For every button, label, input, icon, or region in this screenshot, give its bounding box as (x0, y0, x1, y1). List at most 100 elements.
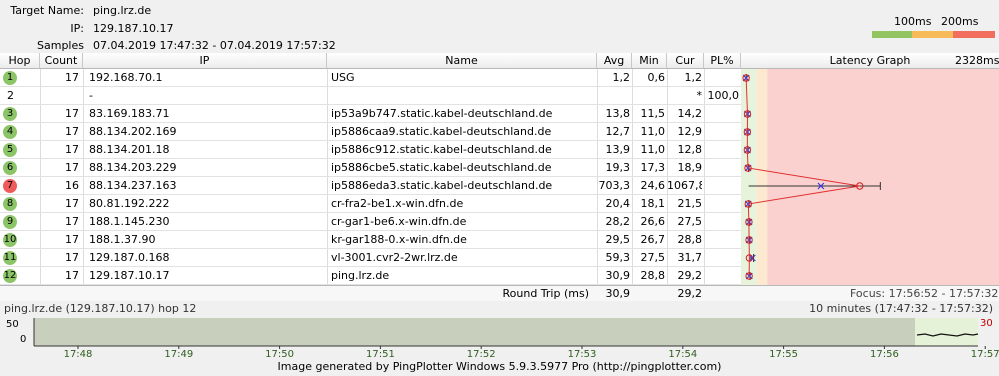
ip-label: IP: (70, 22, 84, 35)
hop-packet-loss: 100,0 (707, 89, 740, 102)
hop-count: 17 (65, 215, 79, 228)
hop-hostname[interactable]: cr-fra2-be1.x-win.dfn.de (331, 195, 593, 213)
timeline-focus-region (915, 318, 978, 346)
samples-timed-value: 07.04.2019 17:47:32 - 07.04.2019 17:57:3… (93, 39, 336, 52)
hop-packet-loss (704, 249, 739, 267)
hop-packet-loss (704, 213, 739, 231)
round-trip-label: Round Trip (ms) (502, 287, 590, 300)
hop-ip[interactable]: 88.134.201.18 (89, 141, 319, 159)
hop-cur: 1,2 (684, 71, 703, 84)
hop-min: 24,6 (640, 179, 666, 192)
hop-cur: 27,5 (677, 215, 703, 228)
hop-ip[interactable]: 88.134.202.169 (89, 123, 319, 141)
hop-ip[interactable]: 129.187.0.168 (89, 249, 319, 267)
hop-min: 11,0 (640, 143, 666, 156)
hop-hostname[interactable]: ip5886cbe5.static.kabel-deutschland.de (331, 159, 593, 177)
column-header-avg[interactable]: Avg (597, 53, 632, 69)
timeline-graph[interactable]: 17:48 17:49 17:50 17:51 17:52 17:53 17:54 17:55… (0, 314, 999, 358)
focus-range: Focus: 17:56:52 - 17:57:32 (850, 287, 999, 300)
hop-table: Hop Count IP Name Avg Min Cur PL% Latenc… (0, 53, 999, 301)
hop-status-badge: 5 (3, 143, 17, 157)
hop-ip[interactable]: 188.1.145.230 (89, 213, 319, 231)
column-header-min[interactable]: Min (632, 53, 667, 69)
latency-scale-red (953, 31, 995, 38)
hop-row[interactable]: 7 16 88.134.237.163 ip5886eda3.static.kabel… (0, 177, 741, 195)
hop-packet-loss (704, 69, 739, 87)
timeline-x-label: 17:56 (870, 349, 899, 358)
hop-hostname[interactable]: ping.lrz.de (331, 267, 593, 285)
hop-count (42, 87, 79, 105)
hop-row[interactable]: 9 17 188.1.145.230 cr-gar1-be6.x-win.dfn.de… (0, 213, 741, 231)
timeline-x-label: 17:57 (971, 349, 999, 358)
hop-hostname[interactable] (331, 87, 593, 105)
hop-row[interactable]: 10 17 188.1.37.90 kr-gar188-0.x-win.dfn.de 2… (0, 231, 741, 249)
hop-cur: * (696, 89, 703, 102)
hop-ip[interactable]: 129.187.10.17 (89, 267, 319, 285)
hop-cur: 14,2 (677, 107, 703, 120)
scale-label-100ms: 100ms (894, 15, 932, 28)
hop-row[interactable]: 12 17 129.187.10.17 ping.lrz.de 30,9 28,8 29,2 (0, 267, 741, 285)
hop-min (632, 87, 665, 105)
column-header-ip[interactable]: IP (83, 53, 327, 69)
hop-min: 17,3 (640, 161, 666, 174)
column-header-name[interactable]: Name (327, 53, 597, 69)
target-name-value: ping.lrz.de (93, 4, 152, 17)
timeline-x-label: 17:53 (568, 349, 597, 358)
hop-hostname[interactable]: cr-gar1-be6.x-win.dfn.de (331, 213, 593, 231)
hop-row[interactable]: 6 17 88.134.203.229 ip5886cbe5.static.kabel… (0, 159, 741, 177)
hop-row[interactable]: 4 17 88.134.202.169 ip5886caa9.static.kabel… (0, 123, 741, 141)
hop-min: 0,6 (647, 71, 666, 84)
hop-row[interactable]: 2 - * 100,0 (0, 87, 741, 105)
hop-row[interactable]: 3 17 83.169.183.71 ip53a9b747.static.kabel-… (0, 105, 741, 123)
hop-ip[interactable]: 192.168.70.1 (89, 69, 319, 87)
hop-hostname[interactable]: vl-3001.cvr2-2wr.lrz.de (331, 249, 593, 267)
column-header-count[interactable]: Count (40, 53, 83, 69)
column-header-cur[interactable]: Cur (667, 53, 704, 69)
hop-avg: 20,4 (605, 197, 631, 210)
hop-status-badge: 10 (3, 233, 17, 247)
hop-count: 17 (65, 71, 79, 84)
hop-avg: 59,3 (605, 251, 631, 264)
hop-packet-loss (704, 159, 739, 177)
hop-row[interactable]: 1 17 192.168.70.1 USG 1,2 0,6 1,2 (0, 69, 741, 87)
hop-cur: 31,7 (677, 251, 703, 264)
hop-avg: 30,9 (605, 269, 631, 282)
hop-ip[interactable]: 88.134.203.229 (89, 159, 319, 177)
hop-row[interactable]: 8 17 80.81.192.222 cr-fra2-be1.x-win.dfn.de… (0, 195, 741, 213)
hop-min: 11,0 (640, 125, 666, 138)
ip-value: 129.187.10.17 (93, 22, 174, 35)
hop-cur: 29,2 (677, 269, 703, 282)
hop-row[interactable]: 11 17 129.187.0.168 vl-3001.cvr2-2wr.lrz.de… (0, 249, 741, 267)
hop-status-badge: 3 (3, 107, 17, 121)
hop-status-badge: 8 (3, 197, 17, 211)
hop-avg: 1,2 (612, 71, 631, 84)
latency-scale-yellow (912, 31, 953, 38)
hop-ip[interactable]: 188.1.37.90 (89, 231, 319, 249)
hop-hostname[interactable]: USG (331, 69, 593, 87)
hop-hostname[interactable]: ip5886eda3.static.kabel-deutschland.de (331, 177, 593, 195)
hop-ip[interactable]: 80.81.192.222 (89, 195, 319, 213)
hop-count: 17 (65, 143, 79, 156)
hop-ip[interactable]: - (89, 87, 319, 105)
hop-hostname[interactable]: ip53a9b747.static.kabel-deutschland.de (331, 105, 593, 123)
round-trip-cur: 29,2 (677, 287, 703, 300)
hop-avg: 29,5 (605, 233, 631, 246)
latency-graph-title: Latency Graph (829, 54, 911, 67)
hop-min: 27,5 (640, 251, 666, 264)
hop-hostname[interactable]: ip5886caa9.static.kabel-deutschland.de (331, 123, 593, 141)
zone-warn (756, 69, 768, 285)
column-header-pl[interactable]: PL% (704, 53, 741, 69)
round-trip-row: Round Trip (ms) 30,9 29,2 Focus: 17:56:5… (0, 285, 999, 301)
hop-packet-loss (704, 231, 739, 249)
hop-ip[interactable]: 83.169.183.71 (89, 105, 319, 123)
hop-hostname[interactable]: kr-gar188-0.x-win.dfn.de (331, 231, 593, 249)
column-header-hop[interactable]: Hop (0, 53, 40, 69)
hop-status-badge: 4 (3, 125, 17, 139)
hop-hostname[interactable]: ip5886c912.static.kabel-deutschland.de (331, 141, 593, 159)
hop-min: 11,5 (640, 107, 666, 120)
hop-status-badge: 1 (3, 71, 17, 85)
timeline-x-label: 17:50 (265, 349, 294, 358)
latency-graph[interactable] (741, 69, 999, 285)
hop-row[interactable]: 5 17 88.134.201.18 ip5886c912.static.kabel-… (0, 141, 741, 159)
hop-ip[interactable]: 88.134.237.163 (89, 177, 319, 195)
